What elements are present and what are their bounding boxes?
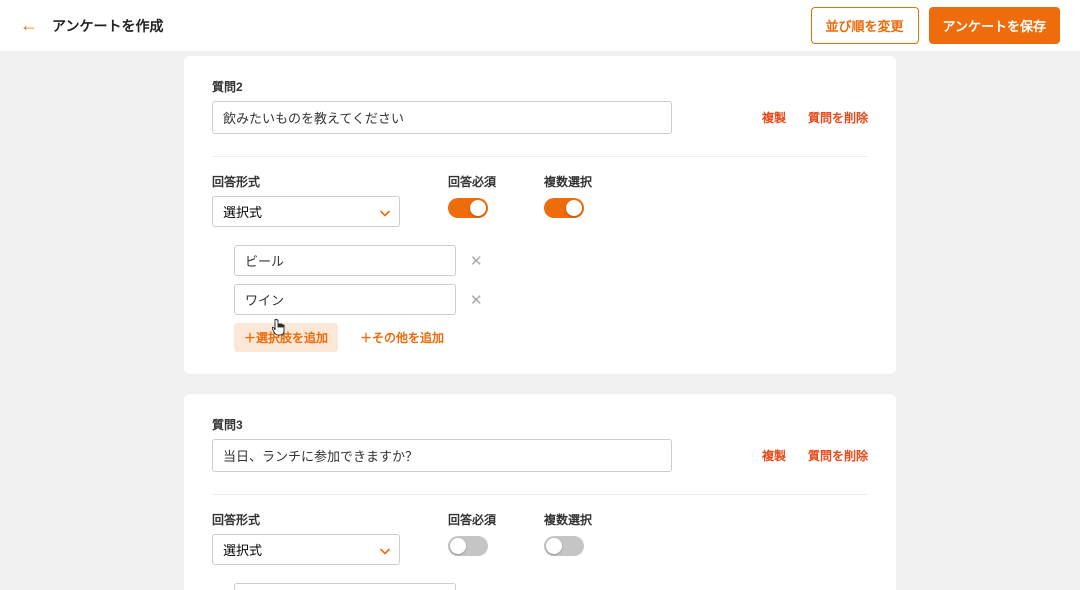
- options-block: ✕ ✕: [234, 583, 868, 590]
- answer-format-col: 回答形式: [212, 173, 400, 227]
- add-option-link[interactable]: ＋選択肢を追加: [234, 323, 338, 352]
- question-actions: 複製 質問を削除: [762, 109, 868, 126]
- settings-row: 回答形式 回答必須 複数選択: [212, 173, 868, 227]
- question-card: 質問3 複製 質問を削除 回答形式 回答必須: [184, 394, 896, 590]
- answer-format-select[interactable]: [212, 534, 400, 565]
- answer-format-select[interactable]: [212, 196, 400, 227]
- multiple-toggle[interactable]: [544, 536, 584, 556]
- multiple-col: 複数選択: [544, 511, 592, 556]
- option-row: ✕: [234, 583, 868, 590]
- header-bar: ← アンケートを作成 並び順を変更 アンケートを保存: [0, 0, 1080, 52]
- answer-format-label: 回答形式: [212, 511, 400, 528]
- option-input[interactable]: [234, 284, 456, 315]
- question-actions: 複製 質問を削除: [762, 447, 868, 464]
- question-number-label: 質問2: [212, 78, 868, 95]
- page-title: アンケートを作成: [52, 16, 163, 36]
- settings-row: 回答形式 回答必須 複数選択: [212, 511, 868, 565]
- required-label: 回答必須: [448, 511, 496, 528]
- header-actions: 並び順を変更 アンケートを保存: [811, 7, 1061, 44]
- question-text-input[interactable]: [212, 101, 672, 134]
- delete-question-link[interactable]: 質問を削除: [808, 447, 868, 464]
- required-toggle[interactable]: [448, 536, 488, 556]
- question-number-label: 質問3: [212, 416, 868, 433]
- required-toggle[interactable]: [448, 198, 488, 218]
- add-other-link[interactable]: ＋その他を追加: [350, 323, 454, 352]
- content-scroll[interactable]: 質問2 複製 質問を削除 回答形式 回答必須: [0, 52, 1080, 590]
- required-col: 回答必須: [448, 511, 496, 556]
- divider: [212, 156, 868, 157]
- duplicate-link[interactable]: 複製: [762, 109, 786, 126]
- multiple-label: 複数選択: [544, 511, 592, 528]
- remove-option-icon[interactable]: ✕: [468, 252, 485, 270]
- divider: [212, 494, 868, 495]
- option-input[interactable]: [234, 583, 456, 590]
- back-arrow-icon[interactable]: ←: [20, 15, 38, 36]
- answer-format-col: 回答形式: [212, 511, 400, 565]
- question-text-input[interactable]: [212, 439, 672, 472]
- answer-format-select-wrap: [212, 196, 400, 227]
- reorder-button[interactable]: 並び順を変更: [811, 7, 919, 44]
- required-label: 回答必須: [448, 173, 496, 190]
- answer-format-select-wrap: [212, 534, 400, 565]
- options-block: ✕ ✕ ＋選択肢を追加 ＋その他を追加: [234, 245, 868, 352]
- delete-question-link[interactable]: 質問を削除: [808, 109, 868, 126]
- option-input[interactable]: [234, 245, 456, 276]
- multiple-col: 複数選択: [544, 173, 592, 218]
- option-row: ✕: [234, 245, 868, 276]
- multiple-toggle[interactable]: [544, 198, 584, 218]
- remove-option-icon[interactable]: ✕: [468, 291, 485, 309]
- question-card: 質問2 複製 質問を削除 回答形式 回答必須: [184, 56, 896, 374]
- duplicate-link[interactable]: 複製: [762, 447, 786, 464]
- question-title-row: 複製 質問を削除: [212, 439, 868, 472]
- question-title-row: 複製 質問を削除: [212, 101, 868, 134]
- add-links-row: ＋選択肢を追加 ＋その他を追加: [234, 323, 868, 352]
- required-col: 回答必須: [448, 173, 496, 218]
- save-button[interactable]: アンケートを保存: [929, 7, 1060, 44]
- answer-format-label: 回答形式: [212, 173, 400, 190]
- multiple-label: 複数選択: [544, 173, 592, 190]
- option-row: ✕: [234, 284, 868, 315]
